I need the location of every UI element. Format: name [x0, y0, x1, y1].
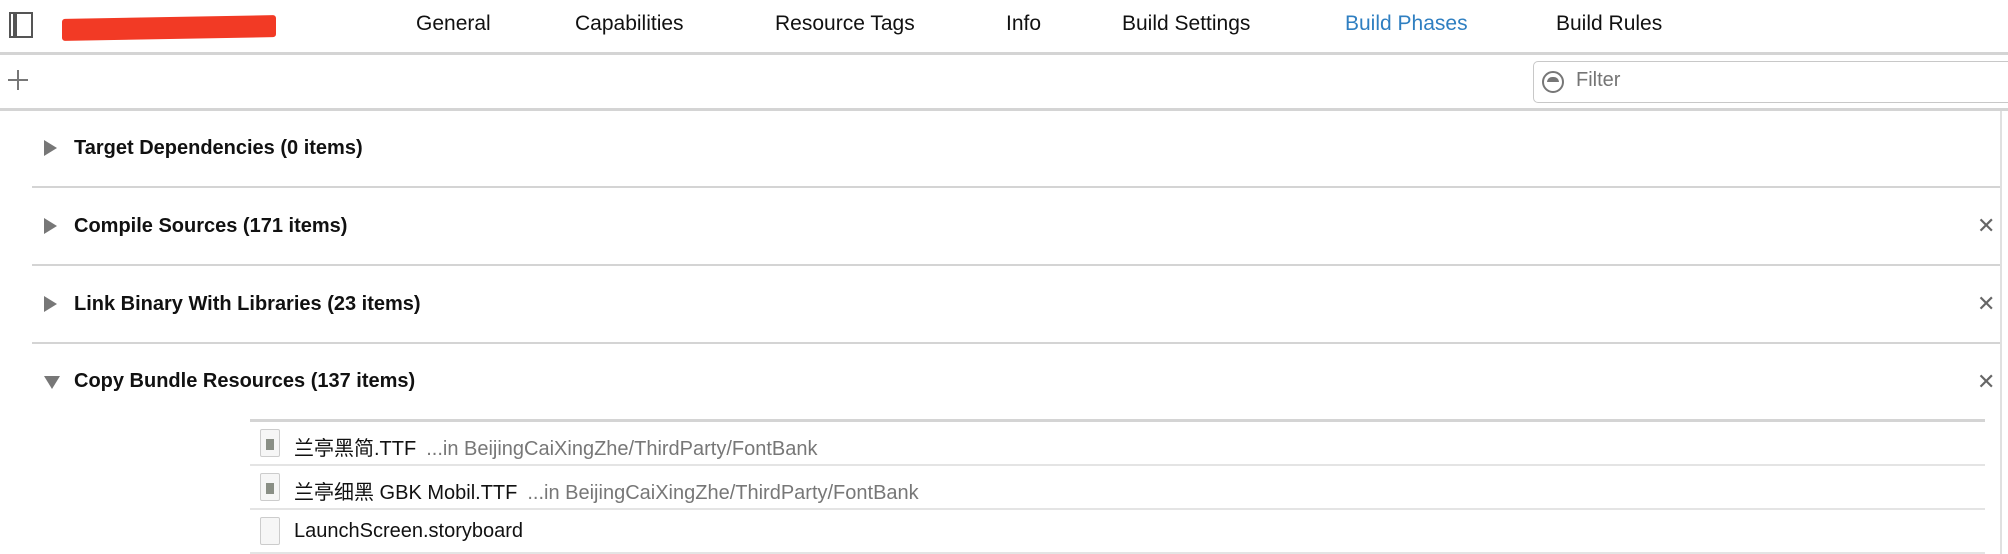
font-file-icon	[260, 473, 280, 501]
file-name: 兰亭细黑 GBK Mobil.TTF	[294, 482, 518, 504]
disclosure-triangle-icon[interactable]	[44, 296, 57, 312]
storyboard-file-icon	[260, 517, 280, 545]
tab-build-phases[interactable]: Build Phases	[1345, 12, 1468, 36]
tab-info[interactable]: Info	[1006, 12, 1041, 36]
file-name: LaunchScreen.storyboard	[294, 520, 524, 542]
section-title: Link Binary With Libraries (23 items)	[74, 293, 421, 315]
filter-input[interactable]	[1574, 68, 1998, 93]
tab-capabilities[interactable]: Capabilities	[575, 12, 684, 36]
file-row[interactable]: 兰亭黑简.TTF ...in BeijingCaiXingZhe/ThirdPar…	[250, 422, 1985, 466]
scrollbar-track[interactable]	[2000, 111, 2002, 554]
file-row[interactable]: LaunchScreen.storyboard	[250, 510, 1985, 554]
tab-general[interactable]: General	[416, 12, 491, 36]
disclosure-triangle-down-icon[interactable]	[44, 376, 60, 389]
divider	[32, 264, 2000, 266]
divider	[0, 108, 2008, 111]
close-icon[interactable]: ✕	[1977, 291, 1995, 317]
add-phase-button[interactable]	[8, 70, 28, 90]
close-icon[interactable]: ✕	[1977, 369, 1995, 395]
divider	[32, 186, 2000, 188]
tab-build-settings[interactable]: Build Settings	[1122, 12, 1250, 36]
divider	[0, 52, 2008, 55]
sidebar-toggle-icon[interactable]	[9, 12, 33, 38]
section-title: Copy Bundle Resources (137 items)	[74, 370, 416, 392]
filter-icon	[1542, 71, 1564, 93]
tab-build-rules[interactable]: Build Rules	[1556, 12, 1662, 36]
section-title: Target Dependencies (0 items)	[74, 137, 363, 159]
section-title: Compile Sources (171 items)	[74, 215, 348, 237]
redacted-target-name[interactable]	[62, 15, 276, 41]
file-name: 兰亭黑简.TTF	[294, 438, 417, 460]
divider	[32, 342, 2000, 344]
disclosure-triangle-icon[interactable]	[44, 218, 57, 234]
file-row[interactable]: 兰亭细黑 GBK Mobil.TTF ...in BeijingCaiXingZh…	[250, 466, 1985, 510]
filter-field[interactable]	[1533, 61, 2008, 103]
close-icon[interactable]: ✕	[1977, 213, 1995, 239]
file-path: ...in BeijingCaiXingZhe/ThirdParty/FontB…	[426, 438, 818, 460]
font-file-icon	[260, 429, 280, 457]
disclosure-triangle-icon[interactable]	[44, 140, 57, 156]
tab-resource-tags[interactable]: Resource Tags	[775, 12, 915, 36]
file-path: ...in BeijingCaiXingZhe/ThirdParty/FontB…	[527, 482, 919, 504]
